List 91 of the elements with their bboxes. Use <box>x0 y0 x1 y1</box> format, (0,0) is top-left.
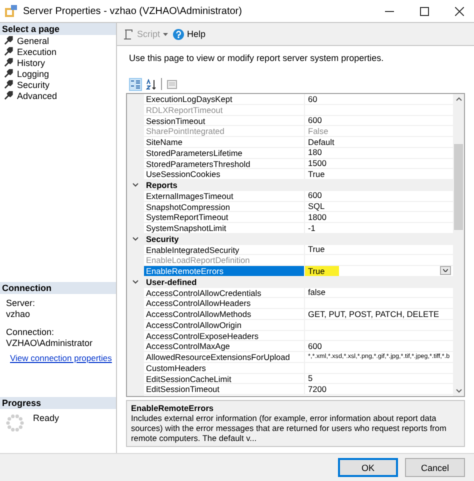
property-name[interactable]: AllowedResourceExtensionsForUpload <box>144 352 305 362</box>
category-label: User-defined <box>145 276 198 286</box>
section-header: Progress <box>0 397 116 409</box>
property-name[interactable]: EditSessionCacheLimit <box>144 374 305 384</box>
property-name[interactable]: SystemReportTimeout <box>144 212 305 222</box>
property-value: 600 <box>308 115 322 126</box>
property-name[interactable]: AccessControlAllowHeaders <box>144 298 305 308</box>
wrench-icon <box>4 36 13 45</box>
connection-properties-link[interactable]: View connection properties <box>10 353 112 363</box>
property-name[interactable]: StoredParametersLifetime <box>144 148 305 158</box>
dropdown-arrow-icon <box>163 32 168 36</box>
property-value: 600 <box>308 190 322 201</box>
property-value: False <box>308 126 328 136</box>
property-name[interactable]: ExternalImagesTimeout <box>144 190 305 200</box>
field-label: Connection: <box>6 327 56 337</box>
property-value: 7200 <box>308 384 326 394</box>
progress-status: Ready <box>33 413 60 425</box>
property-name[interactable]: StoredParametersThreshold <box>144 158 305 168</box>
category-label: Reports <box>145 180 178 190</box>
property-value: GET, PUT, POST, PATCH, DELETE <box>308 308 440 320</box>
categorized-button[interactable] <box>129 78 142 90</box>
minimize-icon <box>384 10 394 12</box>
field-value: VZHAO\Administrator <box>6 338 94 348</box>
property-value: 5 <box>308 373 313 384</box>
property-value: True <box>308 244 325 255</box>
collapse-chevron-icon[interactable] <box>132 278 139 285</box>
property-value: 180 <box>308 147 322 158</box>
property-value: Default <box>308 136 334 148</box>
property-name[interactable]: ExecutionLogDaysKept <box>144 94 305 104</box>
close-icon <box>454 6 464 16</box>
section-header: Select a page <box>0 23 116 35</box>
highlighted-value: True <box>305 266 339 276</box>
scrollbar-thumb[interactable] <box>454 144 463 230</box>
wrench-icon <box>4 91 13 100</box>
page-item[interactable]: Execution <box>0 46 116 57</box>
page-description: Use this page to view or modify report server system properties. <box>128 52 385 65</box>
property-name[interactable]: AccessControlMaxAge <box>144 341 305 351</box>
sort-alphabetical-button[interactable] <box>145 78 158 90</box>
property-value: 1800 <box>308 212 326 222</box>
page-item[interactable]: Logging <box>0 68 116 79</box>
script-icon <box>123 28 134 40</box>
property-value: True <box>308 168 325 180</box>
property-name[interactable]: AccessControlAllowCredentials <box>144 288 305 298</box>
page-item[interactable]: General <box>0 35 116 46</box>
scrollbar[interactable] <box>453 94 464 396</box>
property-value: 600 <box>308 340 322 352</box>
caret-icon <box>443 269 448 272</box>
app-icon <box>4 4 18 18</box>
property-name[interactable]: EnableRemoteErrors <box>144 266 305 276</box>
collapse-chevron-icon[interactable] <box>132 236 139 242</box>
property-value: SQL <box>308 201 325 212</box>
help-text: Includes external error information (for example, error information about report data sources) with the error messages that are returned for users who request reports from remote computers. The default v... <box>131 413 446 443</box>
help-icon <box>173 28 184 40</box>
property-name[interactable]: AccessControlExposeHeaders <box>144 330 305 340</box>
property-name[interactable]: UseSessionCookies <box>144 169 305 179</box>
property-name[interactable]: AccessControlAllowMethods <box>144 309 305 319</box>
property-name[interactable]: EditSessionTimeout <box>144 384 305 394</box>
property-pages-icon <box>166 80 176 88</box>
dialog-button[interactable]: OK <box>338 458 398 477</box>
field-label: Server: <box>6 298 36 308</box>
property-name[interactable]: AccessControlAllowOrigin <box>144 320 305 330</box>
property-value: 60 <box>308 94 318 104</box>
property-name[interactable]: EnableIntegratedSecurity <box>144 244 305 254</box>
section-header: Connection <box>0 282 116 294</box>
dialog-button[interactable]: Cancel <box>405 458 465 477</box>
wrench-icon <box>4 47 13 56</box>
sort-alphabetical-icon <box>146 78 157 90</box>
property-value: false <box>308 287 326 298</box>
dropdown-button[interactable] <box>440 266 451 275</box>
property-name[interactable]: SnapshotCompression <box>144 202 305 212</box>
category-label: Security <box>145 234 180 244</box>
property-name[interactable]: SystemSnapshotLimit <box>144 223 305 233</box>
help-title: EnableRemoteErrors <box>131 403 215 413</box>
maximize-icon <box>420 6 428 16</box>
collapse-chevron-icon[interactable] <box>132 182 139 188</box>
help-button[interactable]: Help <box>173 28 206 40</box>
property-name[interactable]: CustomHeaders <box>144 362 305 372</box>
property-name[interactable]: SessionTimeout <box>144 116 305 126</box>
property-value: -1 <box>308 222 316 234</box>
spinner-icon <box>5 413 25 433</box>
field-value: vzhao <box>6 309 32 319</box>
property-value: 1500 <box>308 158 326 169</box>
window-title: Server Properties - vzhao (VZHAO\Administrator) <box>23 6 243 16</box>
wrench-icon <box>4 80 13 89</box>
property-name[interactable]: SiteName <box>144 137 305 147</box>
page-item[interactable]: Advanced <box>0 90 116 101</box>
categorized-icon <box>131 80 140 88</box>
page-item[interactable]: History <box>0 57 116 68</box>
page-item[interactable]: Security <box>0 79 116 90</box>
wrench-icon <box>4 58 13 67</box>
wrench-icon <box>4 69 13 78</box>
